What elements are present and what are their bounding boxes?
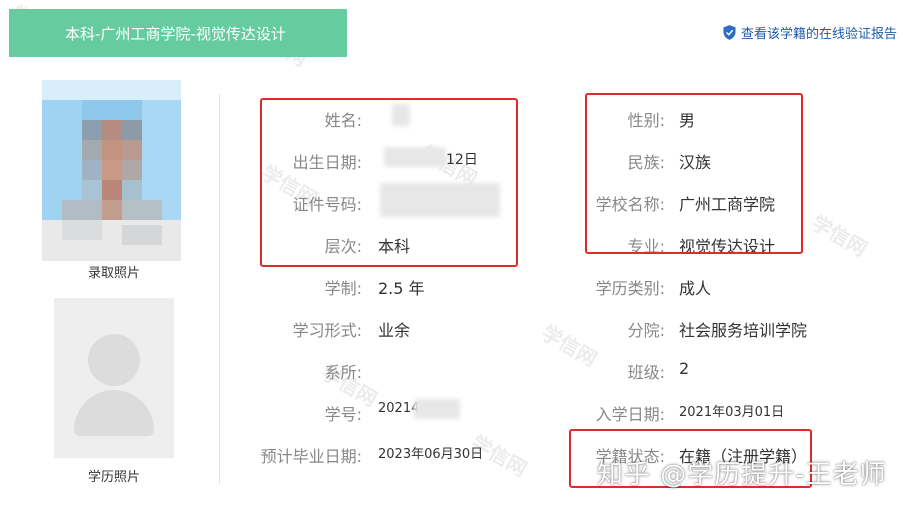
diploma-photo-placeholder	[54, 298, 174, 458]
zhihu-watermark: 知乎 @学历提升-王老师	[597, 460, 887, 490]
education-type-label: 学历类别:	[595, 279, 665, 298]
avatar-body	[74, 390, 154, 436]
redacted-student-id	[414, 399, 460, 419]
student-id-label: 学号:	[324, 405, 362, 424]
enrollment-date-value: 2021年03月01日	[679, 405, 785, 420]
record-title: 本科-广州工商学院-视觉传达设计	[65, 24, 286, 43]
study-form-label: 学习形式:	[292, 321, 362, 340]
class-value: 2	[679, 359, 690, 378]
admission-photo-label: 录取照片	[87, 266, 140, 281]
vertical-divider	[219, 94, 220, 484]
graduation-date-label: 预计毕业日期:	[260, 447, 362, 466]
record-title-tab[interactable]: 本科-广州工商学院-视觉传达设计	[9, 9, 347, 57]
duration-value: 2.5 年	[378, 279, 425, 298]
avatar-head	[88, 334, 140, 386]
graduation-date-value: 2023年06月30日	[378, 447, 484, 462]
highlight-box-school-info	[585, 93, 803, 254]
class-label: 班级:	[627, 363, 665, 382]
verify-report-label: 查看该学籍的在线验证报告	[740, 27, 897, 42]
shield-check-icon	[723, 25, 736, 40]
college-label: 分院:	[627, 321, 665, 340]
study-form-value: 业余	[378, 321, 411, 340]
admission-photo	[42, 80, 181, 261]
education-type-value: 成人	[679, 279, 712, 298]
highlight-box-personal-info	[260, 98, 518, 267]
diploma-photo-label: 学历照片	[87, 470, 140, 485]
enrollment-date-label: 入学日期:	[595, 405, 665, 424]
college-value: 社会服务培训学院	[679, 321, 808, 340]
verify-report-link[interactable]: 查看该学籍的在线验证报告	[723, 23, 897, 42]
department-label: 系所:	[324, 363, 362, 382]
duration-label: 学制:	[324, 279, 362, 298]
